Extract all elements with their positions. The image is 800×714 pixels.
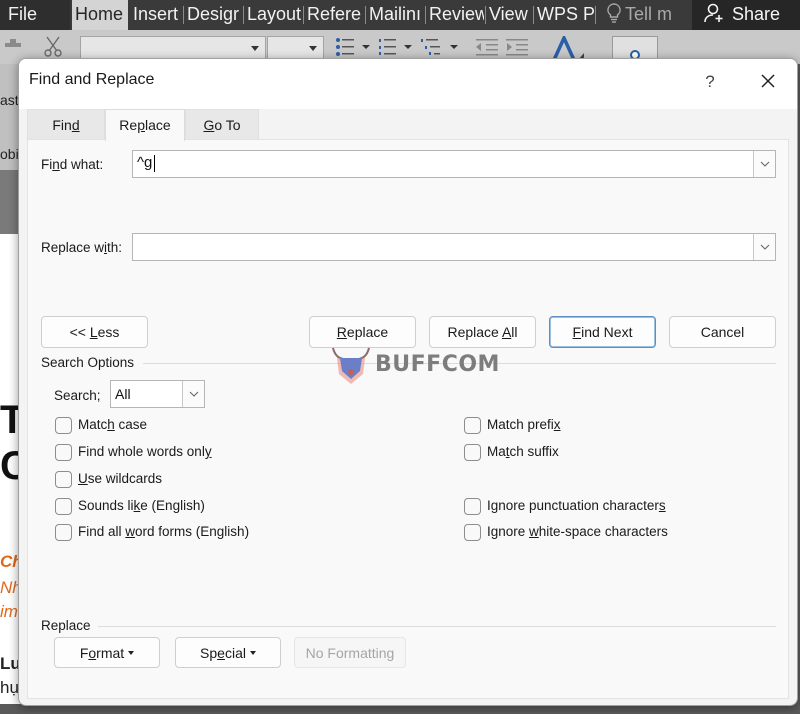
ribbon-tab-view[interactable]: View bbox=[486, 0, 532, 30]
dialog-tabs: Find Replace Go To bbox=[27, 109, 787, 141]
ribbon-tab-insert[interactable]: Insert bbox=[130, 0, 182, 30]
tab-label: lace bbox=[145, 117, 171, 133]
ribbon-tab-references[interactable]: Refere bbox=[304, 0, 364, 30]
lightbulb-icon bbox=[607, 3, 621, 30]
search-options-heading: Search Options bbox=[41, 355, 135, 370]
chevron-down-icon bbox=[760, 161, 770, 167]
help-button[interactable]: ? bbox=[695, 67, 725, 97]
paste-icon[interactable] bbox=[4, 36, 22, 55]
checkbox-box[interactable] bbox=[55, 524, 72, 541]
checkbox-label: Ignore punctuation characters bbox=[487, 498, 666, 513]
access-key: G bbox=[203, 117, 215, 133]
chevron-down-icon bbox=[189, 391, 199, 397]
dialog-title: Find and Replace bbox=[29, 71, 155, 88]
checkbox-label: Match prefix bbox=[487, 417, 561, 432]
tell-me-text: Tell m bbox=[625, 4, 673, 24]
ribbon-tab-design[interactable]: Desigr bbox=[184, 0, 242, 30]
checkbox-box[interactable] bbox=[464, 524, 481, 541]
checkbox-box[interactable] bbox=[55, 498, 72, 515]
search-direction-value: All bbox=[115, 386, 131, 402]
dropdown-arrow-icon bbox=[249, 651, 256, 655]
font-size-combo[interactable] bbox=[267, 36, 324, 60]
chevron-down-icon bbox=[251, 46, 259, 51]
share-label: Share bbox=[732, 4, 781, 24]
tab-label: o To bbox=[214, 117, 241, 133]
checkbox-box[interactable] bbox=[55, 444, 72, 461]
access-key: d bbox=[71, 117, 80, 133]
find-replace-dialog: Find and Replace ? Find Replace Go To Fi… bbox=[18, 58, 798, 706]
checkbox-box[interactable] bbox=[464, 444, 481, 461]
tab-label: Fin bbox=[52, 117, 72, 133]
checkbox-label: Find whole words only bbox=[78, 444, 212, 459]
checkbox-label: Sounds like (English) bbox=[78, 498, 205, 513]
tab-label: Re bbox=[119, 117, 138, 133]
find-what-input[interactable]: ^g bbox=[132, 150, 776, 178]
checkbox-label: Use wildcards bbox=[78, 471, 163, 486]
dropdown-arrow-icon bbox=[128, 651, 135, 655]
chevron-down-icon bbox=[760, 244, 770, 250]
font-name-combo[interactable] bbox=[80, 36, 266, 60]
checkbox-label: Ignore white-space characters bbox=[487, 524, 668, 539]
cancel-button[interactable]: Cancel bbox=[669, 316, 776, 348]
ribbon-separator bbox=[595, 6, 596, 24]
text-cursor bbox=[154, 155, 155, 172]
share-button[interactable]: Share bbox=[692, 0, 800, 30]
word-ribbon-tabbar: File Home Insert Desigr Layout Refere Ma… bbox=[0, 0, 800, 30]
no-formatting-button[interactable]: No Formatting bbox=[294, 637, 406, 668]
replace-group-heading: Replace bbox=[41, 618, 91, 633]
tab-go-to[interactable]: Go To bbox=[185, 109, 259, 139]
checkbox-box[interactable] bbox=[55, 471, 72, 488]
search-direction-label: Search; bbox=[54, 388, 101, 403]
format-menu-button[interactable]: Format bbox=[54, 637, 160, 668]
chevron-down-icon bbox=[309, 46, 317, 51]
watermark-text: BUFFCOM bbox=[375, 352, 500, 377]
dialog-title-bar[interactable]: Find and Replace ? bbox=[19, 59, 797, 109]
checkbox-box[interactable] bbox=[464, 498, 481, 515]
ribbon-tab-file[interactable]: File bbox=[0, 0, 70, 30]
bull-shield-logo-icon bbox=[332, 347, 370, 384]
ribbon-tab-wps-pdf[interactable]: WPS P bbox=[534, 0, 594, 30]
ribbon-tab-layout[interactable]: Layout bbox=[244, 0, 302, 30]
replace-group-divider bbox=[98, 626, 776, 627]
tab-find[interactable]: Find bbox=[27, 109, 105, 139]
replace-tab-panel: Find what: ^g Replace with: << Less Repl… bbox=[27, 139, 789, 699]
checkbox-label: Match suffix bbox=[487, 444, 559, 459]
replace-with-label: Replace with: bbox=[41, 240, 123, 255]
find-what-dropdown[interactable] bbox=[753, 151, 775, 177]
find-next-button[interactable]: Find Next bbox=[549, 316, 656, 348]
search-direction-select[interactable]: All bbox=[110, 380, 205, 408]
checkbox-label: Match case bbox=[78, 417, 148, 432]
buffcom-watermark: BUFFCOM bbox=[329, 344, 509, 388]
less-button[interactable]: << Less bbox=[41, 316, 148, 348]
search-direction-dropdown[interactable] bbox=[182, 381, 204, 407]
tab-replace[interactable]: Replace bbox=[105, 109, 185, 141]
find-what-value: ^g bbox=[137, 154, 153, 171]
ribbon-tab-mailings[interactable]: Mailinı bbox=[366, 0, 424, 30]
replace-with-dropdown[interactable] bbox=[753, 234, 775, 260]
share-person-icon bbox=[704, 3, 723, 23]
tell-me-search[interactable]: Tell m bbox=[604, 0, 674, 30]
close-button[interactable] bbox=[751, 65, 785, 97]
ribbon-tab-home[interactable]: Home bbox=[72, 0, 128, 30]
checkbox-box[interactable] bbox=[464, 417, 481, 434]
replace-with-input[interactable] bbox=[132, 233, 776, 261]
checkbox-box[interactable] bbox=[55, 417, 72, 434]
access-key: p bbox=[137, 117, 145, 133]
close-icon bbox=[761, 74, 775, 88]
special-menu-button[interactable]: Special bbox=[175, 637, 281, 668]
find-what-label: Find what: bbox=[41, 157, 104, 172]
ribbon-tab-review[interactable]: Review bbox=[426, 0, 484, 30]
checkbox-label: Find all word forms (English) bbox=[78, 524, 250, 539]
